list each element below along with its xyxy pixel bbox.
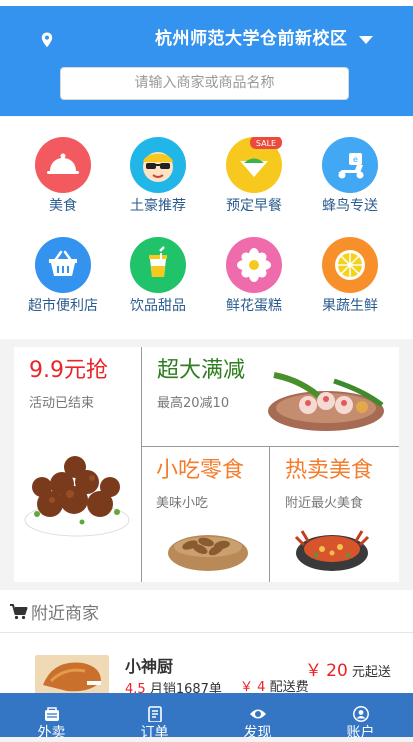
promo-title: 超大满减 <box>157 358 246 383</box>
svg-text:e: e <box>353 155 358 164</box>
category-supermarket[interactable]: 超市便利店 <box>15 237 111 316</box>
category-flowers-cake[interactable]: 鲜花蛋糕 <box>206 237 302 316</box>
category-fruit-veg[interactable]: 果蔬生鲜 <box>302 237 398 316</box>
promo-title: 小吃零食 <box>156 458 245 483</box>
promo-full-discount[interactable]: 超大满减 最高20减10 <box>142 347 399 447</box>
takeout-icon <box>45 707 59 721</box>
tab-label: 账户 <box>346 725 375 741</box>
drink-cup-icon <box>130 237 186 293</box>
nearby-header: 附近商家 <box>0 590 413 633</box>
location-label[interactable]: 杭州师范大学仓前新校区 <box>155 26 347 52</box>
promo-subtitle: 美味小吃 <box>156 496 209 511</box>
eye-icon <box>250 709 266 719</box>
promo-subtitle: 附近最火美食 <box>285 496 364 511</box>
min-amount: 20 <box>326 661 348 681</box>
category-breakfast[interactable]: SALE 预定早餐 <box>206 137 302 216</box>
category-label: 美食 <box>49 198 77 214</box>
category-label: 饮品甜品 <box>130 298 186 314</box>
shop-min-order: ￥ 20 元起送 <box>305 656 391 681</box>
header: 杭州师范大学仓前新校区 请输入商家或商品名称 <box>0 6 413 116</box>
sunglasses-face-icon <box>130 137 186 193</box>
tab-label: 发现 <box>243 725 272 741</box>
promo-title: 热卖美食 <box>285 458 374 483</box>
tab-takeout[interactable]: 外卖 <box>0 693 103 741</box>
svg-text:SALE: SALE <box>256 139 276 148</box>
category-label: 预定早餐 <box>226 198 282 214</box>
crab-dish-image <box>294 530 370 571</box>
promo-hot-food[interactable]: 热卖美食 附近最火美食 <box>270 447 399 582</box>
shop-thumbnail-image <box>35 655 109 695</box>
category-drinks[interactable]: 饮品甜品 <box>110 237 206 316</box>
user-icon <box>353 706 369 722</box>
tab-label: 订单 <box>140 725 169 741</box>
flower-icon <box>226 237 282 293</box>
shop-list-item[interactable]: 小神厨 4.5 月销1687单 ￥ 4 配送费 ￥ 20 元起送 <box>0 633 413 697</box>
promo-subtitle: 最高20减10 <box>157 396 230 411</box>
cart-icon <box>10 604 28 620</box>
promo-title: 9.9元抢 <box>29 358 108 383</box>
promo-grid: 9.9元抢 活动已结束 超大满减 最高20减10 小吃零食 美味小吃 热卖美食 … <box>14 347 399 582</box>
category-rich-recommend[interactable]: 土豪推荐 <box>110 137 206 216</box>
location-dropdown-caret-icon[interactable] <box>359 36 373 44</box>
breakfast-sale-icon: SALE <box>226 137 282 193</box>
search-input[interactable]: 请输入商家或商品名称 <box>60 67 349 100</box>
promo-subtitle: 活动已结束 <box>29 396 95 411</box>
min-label: 元起送 <box>351 665 391 680</box>
order-list-icon <box>148 706 162 722</box>
category-grid: 美食 土豪推荐 SALE 预定早餐 e 蜂鸟专送 超市便利店 饮品甜品 鲜花蛋糕… <box>0 117 413 339</box>
bottom-tab-bar: 外卖 订单 发现 账户 <box>0 693 413 741</box>
shop-name: 小神厨 <box>125 657 174 676</box>
nearby-title: 附近商家 <box>31 604 99 624</box>
food-cloche-icon <box>35 137 91 193</box>
tab-orders[interactable]: 订单 <box>103 693 206 741</box>
shopping-basket-icon <box>35 237 91 293</box>
min-currency: ￥ <box>305 661 322 681</box>
category-label: 鲜花蛋糕 <box>226 298 282 314</box>
promo-flash-sale[interactable]: 9.9元抢 活动已结束 <box>14 347 142 582</box>
almond-bowl-image <box>168 535 248 571</box>
category-label: 果蔬生鲜 <box>322 298 378 314</box>
meatballs-image <box>24 456 130 537</box>
tab-account[interactable]: 账户 <box>309 693 412 741</box>
tab-label: 外卖 <box>37 725 66 741</box>
location-pin-icon[interactable] <box>38 31 56 49</box>
promo-snacks[interactable]: 小吃零食 美味小吃 <box>142 447 270 582</box>
category-label: 土豪推荐 <box>130 198 186 214</box>
fruit-slice-icon <box>322 237 378 293</box>
tab-discover[interactable]: 发现 <box>206 693 309 741</box>
category-food[interactable]: 美食 <box>15 137 111 216</box>
delivery-scooter-icon: e <box>322 137 378 193</box>
category-label: 超市便利店 <box>28 298 98 314</box>
dim-sum-plate-image <box>268 372 384 431</box>
category-label: 蜂鸟专送 <box>322 198 378 214</box>
category-hummingbird-delivery[interactable]: e 蜂鸟专送 <box>302 137 398 216</box>
